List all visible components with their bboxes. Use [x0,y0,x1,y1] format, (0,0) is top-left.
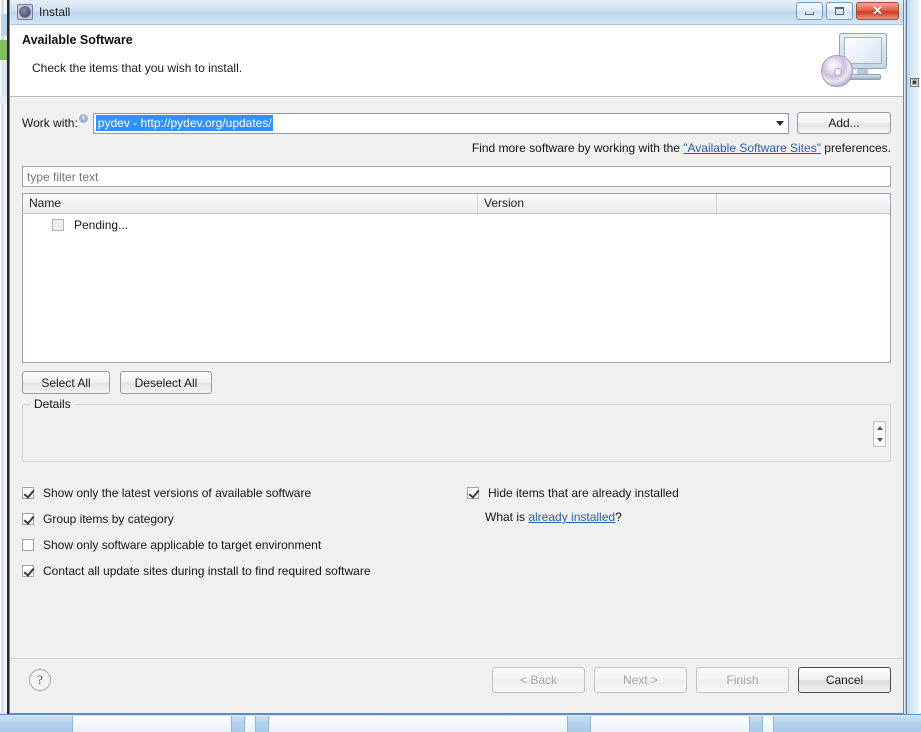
option-latest-versions-checkbox[interactable] [22,487,34,499]
already-installed-link[interactable]: already installed [528,510,615,524]
minimize-icon [805,12,814,15]
row-name: Pending... [74,218,129,232]
option-target-environment-label: Show only software applicable to target … [43,538,322,552]
filter-input[interactable] [22,166,891,187]
options-column-left: Show only the latest versions of availab… [22,480,467,584]
taskbar-item[interactable] [762,716,774,732]
option-contact-update-sites-checkbox[interactable] [22,565,34,577]
window-title: Install [39,5,71,19]
work-with-value: pydev - http://pydev.org/updates/ [95,115,273,131]
option-group-by-category[interactable]: Group items by category [22,506,467,532]
option-latest-versions[interactable]: Show only the latest versions of availab… [22,480,467,506]
bg-right-line [906,0,907,714]
help-button[interactable]: ? [29,669,51,691]
dialog-body: Work with: i pydev - http://pydev.org/up… [10,97,903,658]
column-header-extra[interactable] [717,194,890,213]
scroll-down-icon[interactable] [876,438,883,442]
what-is-installed-text: What is already installed? [485,510,891,524]
work-with-row: Work with: i pydev - http://pydev.org/up… [22,97,891,134]
select-all-button[interactable]: Select All [22,371,110,394]
desktop-background: ▣ Install ✕ Available Software Check the… [0,0,921,732]
option-contact-update-sites[interactable]: Contact all update sites during install … [22,558,467,584]
table-row[interactable]: Pending... [23,214,890,236]
back-button[interactable]: < Back [492,667,585,693]
details-legend: Details [30,397,75,411]
work-with-combo[interactable]: pydev - http://pydev.org/updates/ [92,112,789,134]
dialog-titlebar[interactable]: Install ✕ [10,0,903,25]
taskbar-item[interactable] [268,716,568,732]
add-site-button[interactable]: Add... [797,112,891,134]
taskbar-item[interactable] [244,716,256,732]
details-group: Details [22,397,891,462]
software-table[interactable]: Name Version Pending... [22,193,891,363]
maximize-button[interactable] [826,2,853,20]
work-with-label: Work with: [22,116,78,130]
wizard-buttons: < Back Next > Finish Cancel [492,667,891,693]
background-ide-right-sliver: ▣ [905,0,921,714]
selection-buttons: Select All Deselect All [22,371,891,394]
option-target-environment[interactable]: Show only software applicable to target … [22,532,467,558]
chevron-down-icon[interactable] [776,121,784,126]
column-header-name[interactable]: Name [23,194,478,213]
what-is-before: What is [485,510,529,524]
available-software-sites-link[interactable]: "Available Software Sites" [683,141,821,155]
software-sites-hint: Find more software by working with the "… [22,141,891,155]
option-target-environment-checkbox[interactable] [22,539,34,551]
cancel-button[interactable]: Cancel [798,667,891,693]
scroll-up-icon[interactable] [876,426,883,430]
option-hide-installed[interactable]: Hide items that are already installed [467,480,891,506]
options-area: Show only the latest versions of availab… [22,480,891,584]
monitor-cd-icon [821,29,887,89]
row-checkbox[interactable] [52,219,64,231]
install-gear-icon [17,4,33,20]
minimize-button[interactable] [796,2,823,20]
background-ide-left-sliver [0,0,9,714]
install-dialog: Install ✕ Available Software Check the i… [9,0,904,714]
bg-tiny-icon: ▣ [910,78,919,87]
hint-text-after: preferences. [820,141,891,155]
option-hide-installed-checkbox[interactable] [467,487,479,499]
page-subtitle: Check the items that you wish to install… [32,61,243,75]
option-group-by-category-label: Group items by category [43,512,174,526]
dialog-footer: ? < Back Next > Finish Cancel [10,658,903,713]
option-group-by-category-checkbox[interactable] [22,513,34,525]
taskbar-item[interactable] [72,716,232,732]
deselect-all-button[interactable]: Deselect All [120,371,212,394]
what-is-after: ? [615,510,622,524]
close-icon: ✕ [872,3,883,18]
next-button[interactable]: Next > [594,667,687,693]
maximize-icon [835,7,844,15]
taskbar-item[interactable] [590,716,750,732]
close-button[interactable]: ✕ [856,2,899,20]
hint-text-before: Find more software by working with the [471,141,684,155]
column-header-version[interactable]: Version [478,194,717,213]
option-contact-update-sites-label: Contact all update sites during install … [43,564,371,578]
window-controls: ✕ [796,2,899,20]
page-title: Available Software [22,33,133,47]
details-scroll-spinner[interactable] [873,421,886,447]
info-icon[interactable]: i [78,113,88,123]
options-column-right: Hide items that are already installed Wh… [467,480,891,584]
finish-button[interactable]: Finish [696,667,789,693]
option-hide-installed-label: Hide items that are already installed [488,486,679,500]
option-latest-versions-label: Show only the latest versions of availab… [43,486,312,500]
table-header-row: Name Version [23,194,890,214]
dialog-banner: Available Software Check the items that … [10,25,903,97]
taskbar [0,714,921,732]
